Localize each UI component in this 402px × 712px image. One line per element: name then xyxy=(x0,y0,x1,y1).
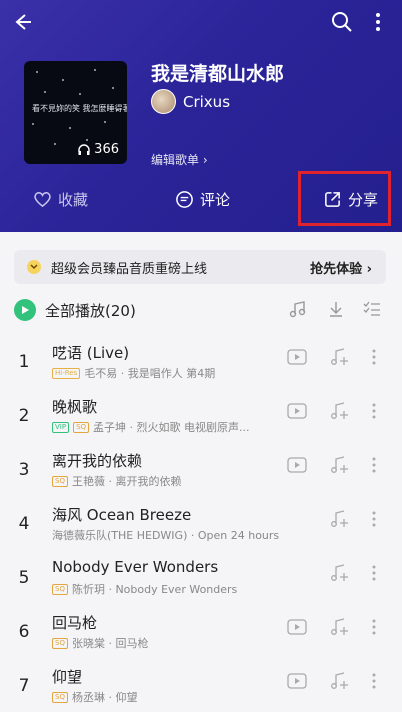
mv-play-icon[interactable] xyxy=(286,454,308,476)
search-icon[interactable] xyxy=(328,8,356,36)
playlist-title: 我是清都山水郎 xyxy=(151,63,285,85)
play-all-label[interactable]: 全部播放(20) xyxy=(45,300,136,321)
play-count: 366 xyxy=(78,142,119,157)
play-all-row[interactable]: 全部播放(20) xyxy=(14,298,388,322)
add-to-playlist-icon[interactable] xyxy=(328,400,350,422)
song-artist-album: 张晓棠 · 回马枪 xyxy=(71,637,149,650)
quality-badge: SQ xyxy=(52,475,68,487)
song-artist-album: 陈忻玥 · Nobody Ever Wonders xyxy=(71,583,238,596)
song-row[interactable]: 4 海风 Ocean Breeze 海德薇乐队(THE HEDWIG) · Open… xyxy=(0,502,402,556)
heart-icon xyxy=(34,192,51,208)
song-row[interactable]: 2 晚枫歌 VIP SQ 孟子坤 · 烈火如歌 电视剧原声... xyxy=(0,394,402,448)
song-more-icon[interactable] xyxy=(363,508,385,530)
cover-caption: 看不見妳的笑 我怎麼睡得著 xyxy=(32,104,127,113)
song-more-icon[interactable] xyxy=(363,400,385,422)
creator-info[interactable]: Crixus xyxy=(151,89,230,114)
favorite-label: 收藏 xyxy=(58,191,89,209)
quality-badge: SQ xyxy=(52,691,68,703)
add-to-playlist-icon[interactable] xyxy=(328,616,350,638)
share-highlight-box xyxy=(298,171,391,226)
song-meta: 海德薇乐队(THE HEDWIG) · Open 24 hours xyxy=(52,527,279,543)
username[interactable]: Crixus xyxy=(183,93,230,111)
song-more-icon[interactable] xyxy=(363,670,385,692)
song-row[interactable]: 7 仰望 SQ 杨丞琳 · 仰望 xyxy=(0,664,402,712)
add-to-playlist-icon[interactable] xyxy=(328,562,350,584)
mv-play-icon[interactable] xyxy=(286,616,308,638)
quality-badge: SQ xyxy=(52,637,68,649)
song-number: 7 xyxy=(18,676,30,696)
song-artist-album: 毛不易 · 我是唱作人 第4期 xyxy=(84,367,216,380)
song-meta: SQ 杨丞琳 · 仰望 xyxy=(52,689,137,705)
add-to-playlist-icon[interactable] xyxy=(328,508,350,530)
song-artist-album: 孟子坤 · 烈火如歌 电视剧原声... xyxy=(93,421,250,434)
music-note-icon[interactable] xyxy=(287,298,309,320)
multi-select-icon[interactable] xyxy=(361,298,383,320)
song-number: 6 xyxy=(18,622,30,642)
back-arrow-icon[interactable] xyxy=(8,8,36,36)
song-title: 海风 Ocean Breeze xyxy=(52,506,192,524)
song-meta: SQ 陈忻玥 · Nobody Ever Wonders xyxy=(52,581,237,597)
mv-play-icon[interactable] xyxy=(286,670,308,692)
quality-badge: Hi-Res xyxy=(52,367,81,379)
more-options-icon[interactable] xyxy=(364,8,392,36)
song-number: 2 xyxy=(18,406,30,426)
vip-banner-text: 超级会员臻品音质重磅上线 xyxy=(51,261,208,277)
song-title: 呓语 (Live) xyxy=(52,344,130,362)
song-more-icon[interactable] xyxy=(363,616,385,638)
playlist-cover[interactable]: 看不見妳的笑 我怎麼睡得著 366 xyxy=(24,61,127,164)
song-row[interactable]: 6 回马枪 SQ 张晓棠 · 回马枪 xyxy=(0,610,402,664)
song-number: 4 xyxy=(18,514,30,534)
add-to-playlist-icon[interactable] xyxy=(328,454,350,476)
add-to-playlist-icon[interactable] xyxy=(328,670,350,692)
download-icon[interactable] xyxy=(325,298,347,320)
song-list-panel: 超级会员臻品音质重磅上线 抢先体验 › 全部播放(20) 1 呓语 (Live) H… xyxy=(0,232,402,712)
song-number: 5 xyxy=(18,568,30,588)
top-bar xyxy=(0,8,402,40)
quality-badge: SQ xyxy=(52,583,68,595)
song-meta: Hi-Res 毛不易 · 我是唱作人 第4期 xyxy=(52,365,215,381)
song-title: 回马枪 xyxy=(52,614,98,632)
song-artist-album: 海德薇乐队(THE HEDWIG) · Open 24 hours xyxy=(52,529,280,542)
edit-playlist-label: 编辑歌单 xyxy=(151,153,200,167)
vip-chevron-icon xyxy=(27,260,41,274)
song-title: 离开我的依赖 xyxy=(52,452,143,470)
song-more-icon[interactable] xyxy=(363,346,385,368)
mv-play-icon[interactable] xyxy=(286,400,308,422)
add-to-playlist-icon[interactable] xyxy=(328,346,350,368)
song-meta: SQ 张晓棠 · 回马枪 xyxy=(52,635,148,651)
play-count-value: 366 xyxy=(94,142,119,157)
quality-badge: VIP xyxy=(52,421,70,433)
playlist-header: 看不見妳的笑 我怎麼睡得著 366 我是清都山水郎 Crixus 编辑歌单 › … xyxy=(0,0,402,232)
song-title: 仰望 xyxy=(52,668,83,686)
song-artist-album: 杨丞琳 · 仰望 xyxy=(71,691,138,704)
song-title: 晚枫歌 xyxy=(52,398,98,416)
song-row[interactable]: 3 离开我的依赖 SQ 王艳薇 · 离开我的依赖 xyxy=(0,448,402,502)
play-all-icon[interactable] xyxy=(14,299,36,321)
quality-badge: SQ xyxy=(73,421,90,433)
comment-icon xyxy=(176,191,193,208)
comment-button[interactable]: 评论 xyxy=(175,189,230,210)
vip-try-button[interactable]: 抢先体验 › xyxy=(310,258,372,277)
vip-banner[interactable]: 超级会员臻品音质重磅上线 抢先体验 › xyxy=(14,250,386,284)
song-more-icon[interactable] xyxy=(363,562,385,584)
song-row[interactable]: 1 呓语 (Live) Hi-Res 毛不易 · 我是唱作人 第4期 xyxy=(0,340,402,394)
song-artist-album: 王艳薇 · 离开我的依赖 xyxy=(71,475,182,488)
avatar[interactable] xyxy=(151,89,176,114)
mv-play-icon[interactable] xyxy=(286,346,308,368)
comment-label: 评论 xyxy=(200,191,231,209)
edit-playlist-link[interactable]: 编辑歌单 › xyxy=(151,151,208,168)
song-number: 3 xyxy=(18,460,30,480)
vip-try-label: 抢先体验 xyxy=(310,261,363,277)
chevron-right-icon: › xyxy=(199,153,208,167)
song-title: Nobody Ever Wonders xyxy=(52,558,219,576)
song-meta: VIP SQ 孟子坤 · 烈火如歌 电视剧原声... xyxy=(52,419,250,435)
song-row[interactable]: 5 Nobody Ever Wonders SQ 陈忻玥 · Nobody Ever … xyxy=(0,556,402,610)
song-number: 1 xyxy=(18,352,30,372)
headphones-icon xyxy=(78,143,90,155)
song-meta: SQ 王艳薇 · 离开我的依赖 xyxy=(52,473,181,489)
favorite-button[interactable]: 收藏 xyxy=(33,189,88,210)
song-more-icon[interactable] xyxy=(363,454,385,476)
